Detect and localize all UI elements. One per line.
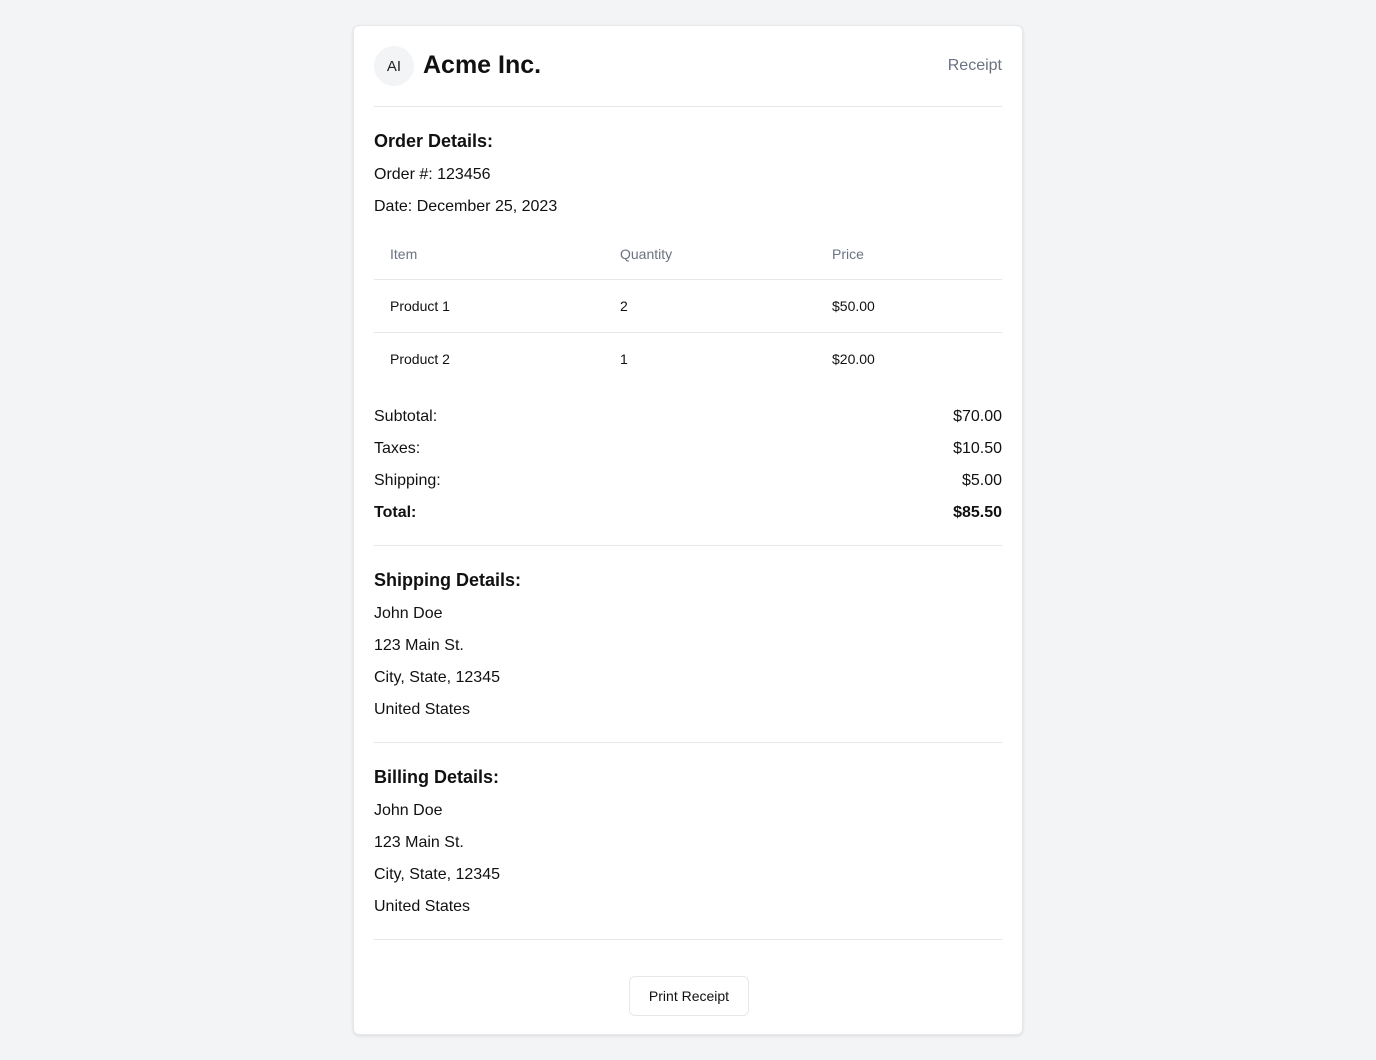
table-header-row: Item Quantity Price xyxy=(374,236,1002,280)
total-value: $85.50 xyxy=(953,504,1002,521)
subtotal-row: Subtotal: $70.00 xyxy=(374,407,1002,427)
total-label: Total: xyxy=(374,504,417,521)
shipping-cost-value: $5.00 xyxy=(961,472,1002,489)
item-quantity: 2 xyxy=(620,298,628,314)
column-header-price: Price xyxy=(832,246,864,262)
taxes-label: Taxes: xyxy=(374,440,421,457)
item-price: $50.00 xyxy=(832,298,875,314)
billing-street: 123 Main St. xyxy=(374,834,464,851)
billing-city: City, State, 12345 xyxy=(374,866,500,883)
receipt-label: Receipt xyxy=(947,57,1002,74)
shipping-details-title: Shipping Details: xyxy=(374,570,522,590)
brand-name: Acme Inc. xyxy=(423,51,542,79)
avatar: AI xyxy=(374,46,414,86)
billing-country: United States xyxy=(374,898,471,915)
print-receipt-button[interactable]: Print Receipt xyxy=(629,976,749,1016)
column-header-quantity: Quantity xyxy=(620,246,673,262)
receipt-content: AI Acme Inc. Receipt Order Details: Orde… xyxy=(374,26,1002,1034)
order-date: Date: December 25, 2023 xyxy=(374,198,558,215)
item-price: $20.00 xyxy=(832,351,875,367)
item-quantity: 1 xyxy=(620,351,628,367)
shipping-country: United States xyxy=(374,701,471,718)
billing-name: John Doe xyxy=(374,802,443,819)
shipping-name: John Doe xyxy=(374,605,443,622)
receipt-card: AI Acme Inc. Receipt Order Details: Orde… xyxy=(353,25,1023,1035)
receipt-header: AI Acme Inc. Receipt xyxy=(374,26,1002,107)
taxes-row: Taxes: $10.50 xyxy=(374,439,1002,459)
column-header-item: Item xyxy=(390,246,418,262)
shipping-cost-label: Shipping: xyxy=(374,472,441,489)
order-number: Order #: 123456 xyxy=(374,166,491,183)
subtotal-label: Subtotal: xyxy=(374,408,438,425)
order-items-table: Item Quantity Price Product 1 2 $50.00 P… xyxy=(374,236,1002,385)
item-name: Product 2 xyxy=(390,351,450,367)
shipping-street: 123 Main St. xyxy=(374,637,464,654)
order-details-title: Order Details: xyxy=(374,131,494,151)
table-row: Product 1 2 $50.00 xyxy=(374,280,1002,333)
divider xyxy=(374,545,1002,546)
item-name: Product 1 xyxy=(390,298,450,314)
shipping-cost-row: Shipping: $5.00 xyxy=(374,471,1002,491)
table-row: Product 2 1 $20.00 xyxy=(374,333,1002,385)
divider xyxy=(374,742,1002,743)
total-row: Total: $85.50 xyxy=(374,503,1002,523)
taxes-value: $10.50 xyxy=(953,440,1002,457)
divider xyxy=(374,939,1002,940)
subtotal-value: $70.00 xyxy=(953,408,1002,425)
billing-details-title: Billing Details: xyxy=(374,767,500,787)
shipping-city: City, State, 12345 xyxy=(374,669,500,686)
